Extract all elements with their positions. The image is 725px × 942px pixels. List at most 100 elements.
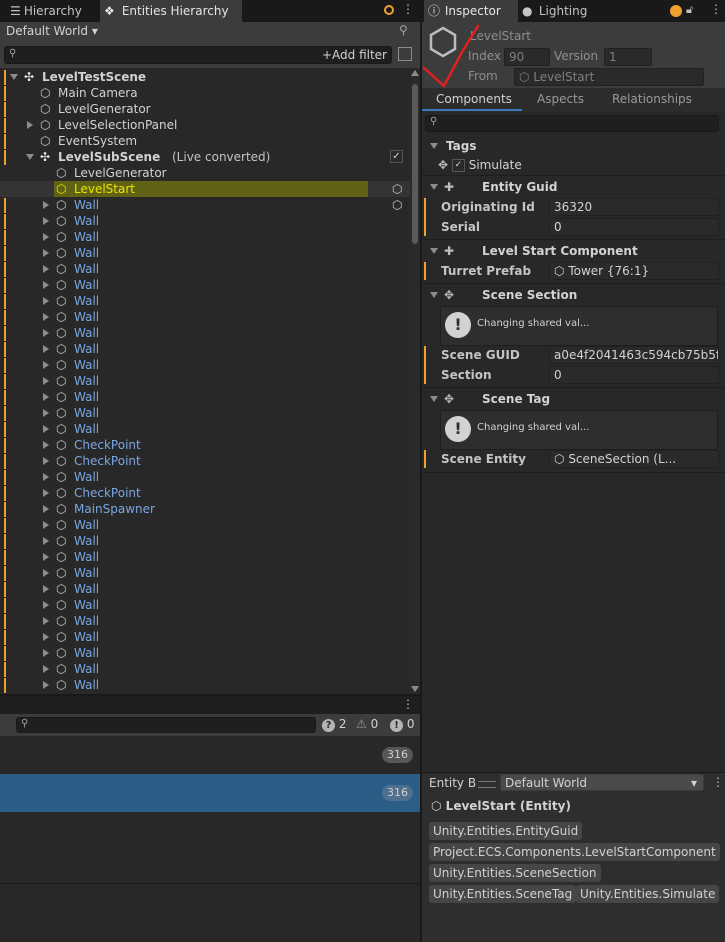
foldout-icon[interactable] (43, 297, 49, 305)
foldout-icon[interactable] (43, 521, 49, 529)
tab-aspects[interactable]: Aspects (537, 92, 584, 106)
tree-row[interactable]: ⬡ Wall (0, 357, 410, 373)
foldout-icon[interactable] (43, 313, 49, 321)
foldout-icon[interactable] (43, 665, 49, 673)
tree-row[interactable]: ⬡ Wall (0, 245, 410, 261)
scene-guid-field[interactable]: a0e4f2041463c594cb75b5f (549, 346, 719, 364)
foldout-icon[interactable] (43, 377, 49, 385)
baking-world-dropdown[interactable]: Default World ▾ (500, 774, 704, 791)
foldout-icon[interactable] (43, 249, 49, 257)
tree-row[interactable]: ⬡ Wall (0, 229, 410, 245)
foldout-icon[interactable] (43, 393, 49, 401)
tree-row[interactable]: ✣ LevelSubScene (Live converted) ✓ (0, 149, 410, 165)
tab-hierarchy[interactable]: ☰ Hierarchy (6, 0, 102, 22)
tree-row[interactable]: ⬡ LevelGenerator (0, 101, 410, 117)
tree-row[interactable]: ⬡ CheckPoint (0, 437, 410, 453)
prefab-cube-icon[interactable]: ⬡ (392, 181, 402, 197)
search-icon[interactable]: ⚲ (399, 23, 408, 37)
tree-row[interactable]: ⬡ Wall (0, 677, 410, 693)
scene-tag-header[interactable]: ✥ Scene Tag (422, 387, 725, 410)
tab-lighting[interactable]: ● Lighting (518, 0, 612, 22)
component-chip[interactable]: Unity.Entities.Simulate (576, 885, 720, 903)
foldout-icon[interactable] (43, 473, 49, 481)
kebab-menu-icon[interactable]: ⋮ (710, 2, 722, 16)
tree-row[interactable]: ⬡ LevelStart ⬡ (0, 181, 410, 197)
scene-section-header[interactable]: ✥ Scene Section (422, 283, 725, 306)
orange-dot-icon[interactable] (384, 5, 394, 15)
tree-row[interactable]: ⬡ Wall (0, 533, 410, 549)
orange-dot-icon[interactable] (670, 5, 682, 17)
message-count-toggle[interactable]: ? 2 (322, 717, 346, 732)
tree-row[interactable]: ⬡ Wall (0, 261, 410, 277)
tree-row[interactable]: ⬡ Main Camera (0, 85, 410, 101)
foldout-icon[interactable] (43, 409, 49, 417)
foldout-icon[interactable] (43, 585, 49, 593)
tree-row[interactable]: ⬡ Wall (0, 341, 410, 357)
from-field[interactable]: ⬡ LevelStart (514, 68, 704, 86)
tab-components[interactable]: Components (436, 92, 512, 106)
foldout-icon[interactable] (43, 441, 49, 449)
tree-row[interactable]: ⬡ Wall (0, 549, 410, 565)
level-start-header[interactable]: ✚ Level Start Component (422, 239, 725, 262)
tree-row[interactable]: ⬡ Wall (0, 405, 410, 421)
console-row[interactable]: 316 (0, 736, 420, 774)
tree-row[interactable]: ⬡ Wall (0, 565, 410, 581)
console-row-selected[interactable]: 316 (0, 774, 420, 812)
foldout-icon[interactable] (43, 329, 49, 337)
component-chip[interactable]: Unity.Entities.SceneTag (429, 885, 577, 903)
tree-row[interactable]: ⬡ Wall (0, 389, 410, 405)
error-count-toggle[interactable]: ! 0 (390, 717, 414, 732)
foldout-icon[interactable] (43, 457, 49, 465)
tree-row[interactable]: ⬡ Wall (0, 277, 410, 293)
tree-scrollbar[interactable] (410, 70, 420, 694)
foldout-icon[interactable] (43, 505, 49, 513)
pop-out-icon[interactable] (398, 47, 412, 61)
tree-row[interactable]: ⬡ Wall (0, 325, 410, 341)
tree-row[interactable]: ⬡ CheckPoint (0, 485, 410, 501)
prefab-cube-icon[interactable]: ⬡ (392, 197, 402, 213)
entity-search-input[interactable]: ⚲ +Add filter (4, 46, 392, 64)
foldout-icon[interactable] (43, 649, 49, 657)
tree-row[interactable]: ✣ LevelTestScene (0, 69, 410, 85)
tab-inspector[interactable]: ⓘ Inspector (424, 0, 518, 22)
foldout-icon[interactable] (43, 425, 49, 433)
originating-id-field[interactable]: 36320 (549, 198, 719, 216)
tree-row[interactable]: ⬡ Wall ⬡ (0, 197, 410, 213)
console-menu-icon[interactable]: ⋮ (402, 697, 414, 711)
section-field[interactable]: 0 (549, 366, 719, 384)
tree-row[interactable]: ⬡ Wall (0, 629, 410, 645)
world-dropdown[interactable]: Default World ▾ (6, 24, 98, 38)
foldout-icon[interactable] (43, 345, 49, 353)
drag-handle-icon[interactable] (478, 781, 496, 788)
tab-relationships[interactable]: Relationships (612, 92, 692, 106)
tree-row[interactable]: ⬡ Wall (0, 213, 410, 229)
tree-row[interactable]: ⬡ Wall (0, 469, 410, 485)
foldout-icon[interactable] (10, 74, 18, 80)
kebab-menu-icon[interactable]: ⋮ (712, 775, 724, 789)
scroll-up-icon[interactable] (411, 70, 419, 76)
tree-row[interactable]: ⬡ Wall (0, 581, 410, 597)
tab-entities-hierarchy[interactable]: ❖ Entities Hierarchy (100, 0, 242, 22)
tree-row[interactable]: ⬡ Wall (0, 597, 410, 613)
warning-count-toggle[interactable]: ⚠ 0 (356, 717, 378, 731)
tree-row[interactable]: ⬡ Wall (0, 661, 410, 677)
console-search-input[interactable]: ⚲ (16, 717, 316, 733)
foldout-icon[interactable] (26, 154, 34, 160)
component-chip[interactable]: Project.ECS.Components.LevelStartCompone… (429, 843, 720, 861)
component-chip[interactable]: Unity.Entities.EntityGuid (429, 822, 583, 840)
tree-row[interactable]: ⬡ Wall (0, 309, 410, 325)
tree-row[interactable]: ⬡ LevelSelectionPanel (0, 117, 410, 133)
tree-row[interactable]: ⬡ CheckPoint (0, 453, 410, 469)
tree-row[interactable]: ⬡ EventSystem (0, 133, 410, 149)
tree-row[interactable]: ⬡ Wall (0, 421, 410, 437)
scroll-down-icon[interactable] (411, 686, 419, 692)
tree-row[interactable]: ⬡ Wall (0, 293, 410, 309)
lock-icon[interactable]: 🔓︎ (686, 3, 693, 17)
foldout-icon[interactable] (43, 489, 49, 497)
tree-row[interactable]: ⬡ MainSpawner (0, 501, 410, 517)
tags-header[interactable]: Tags (422, 135, 725, 157)
foldout-icon[interactable] (43, 265, 49, 273)
tree-row[interactable]: ⬡ Wall (0, 645, 410, 661)
kebab-menu-icon[interactable]: ⋮ (402, 2, 414, 16)
component-chip[interactable]: Unity.Entities.SceneSection (429, 864, 601, 882)
